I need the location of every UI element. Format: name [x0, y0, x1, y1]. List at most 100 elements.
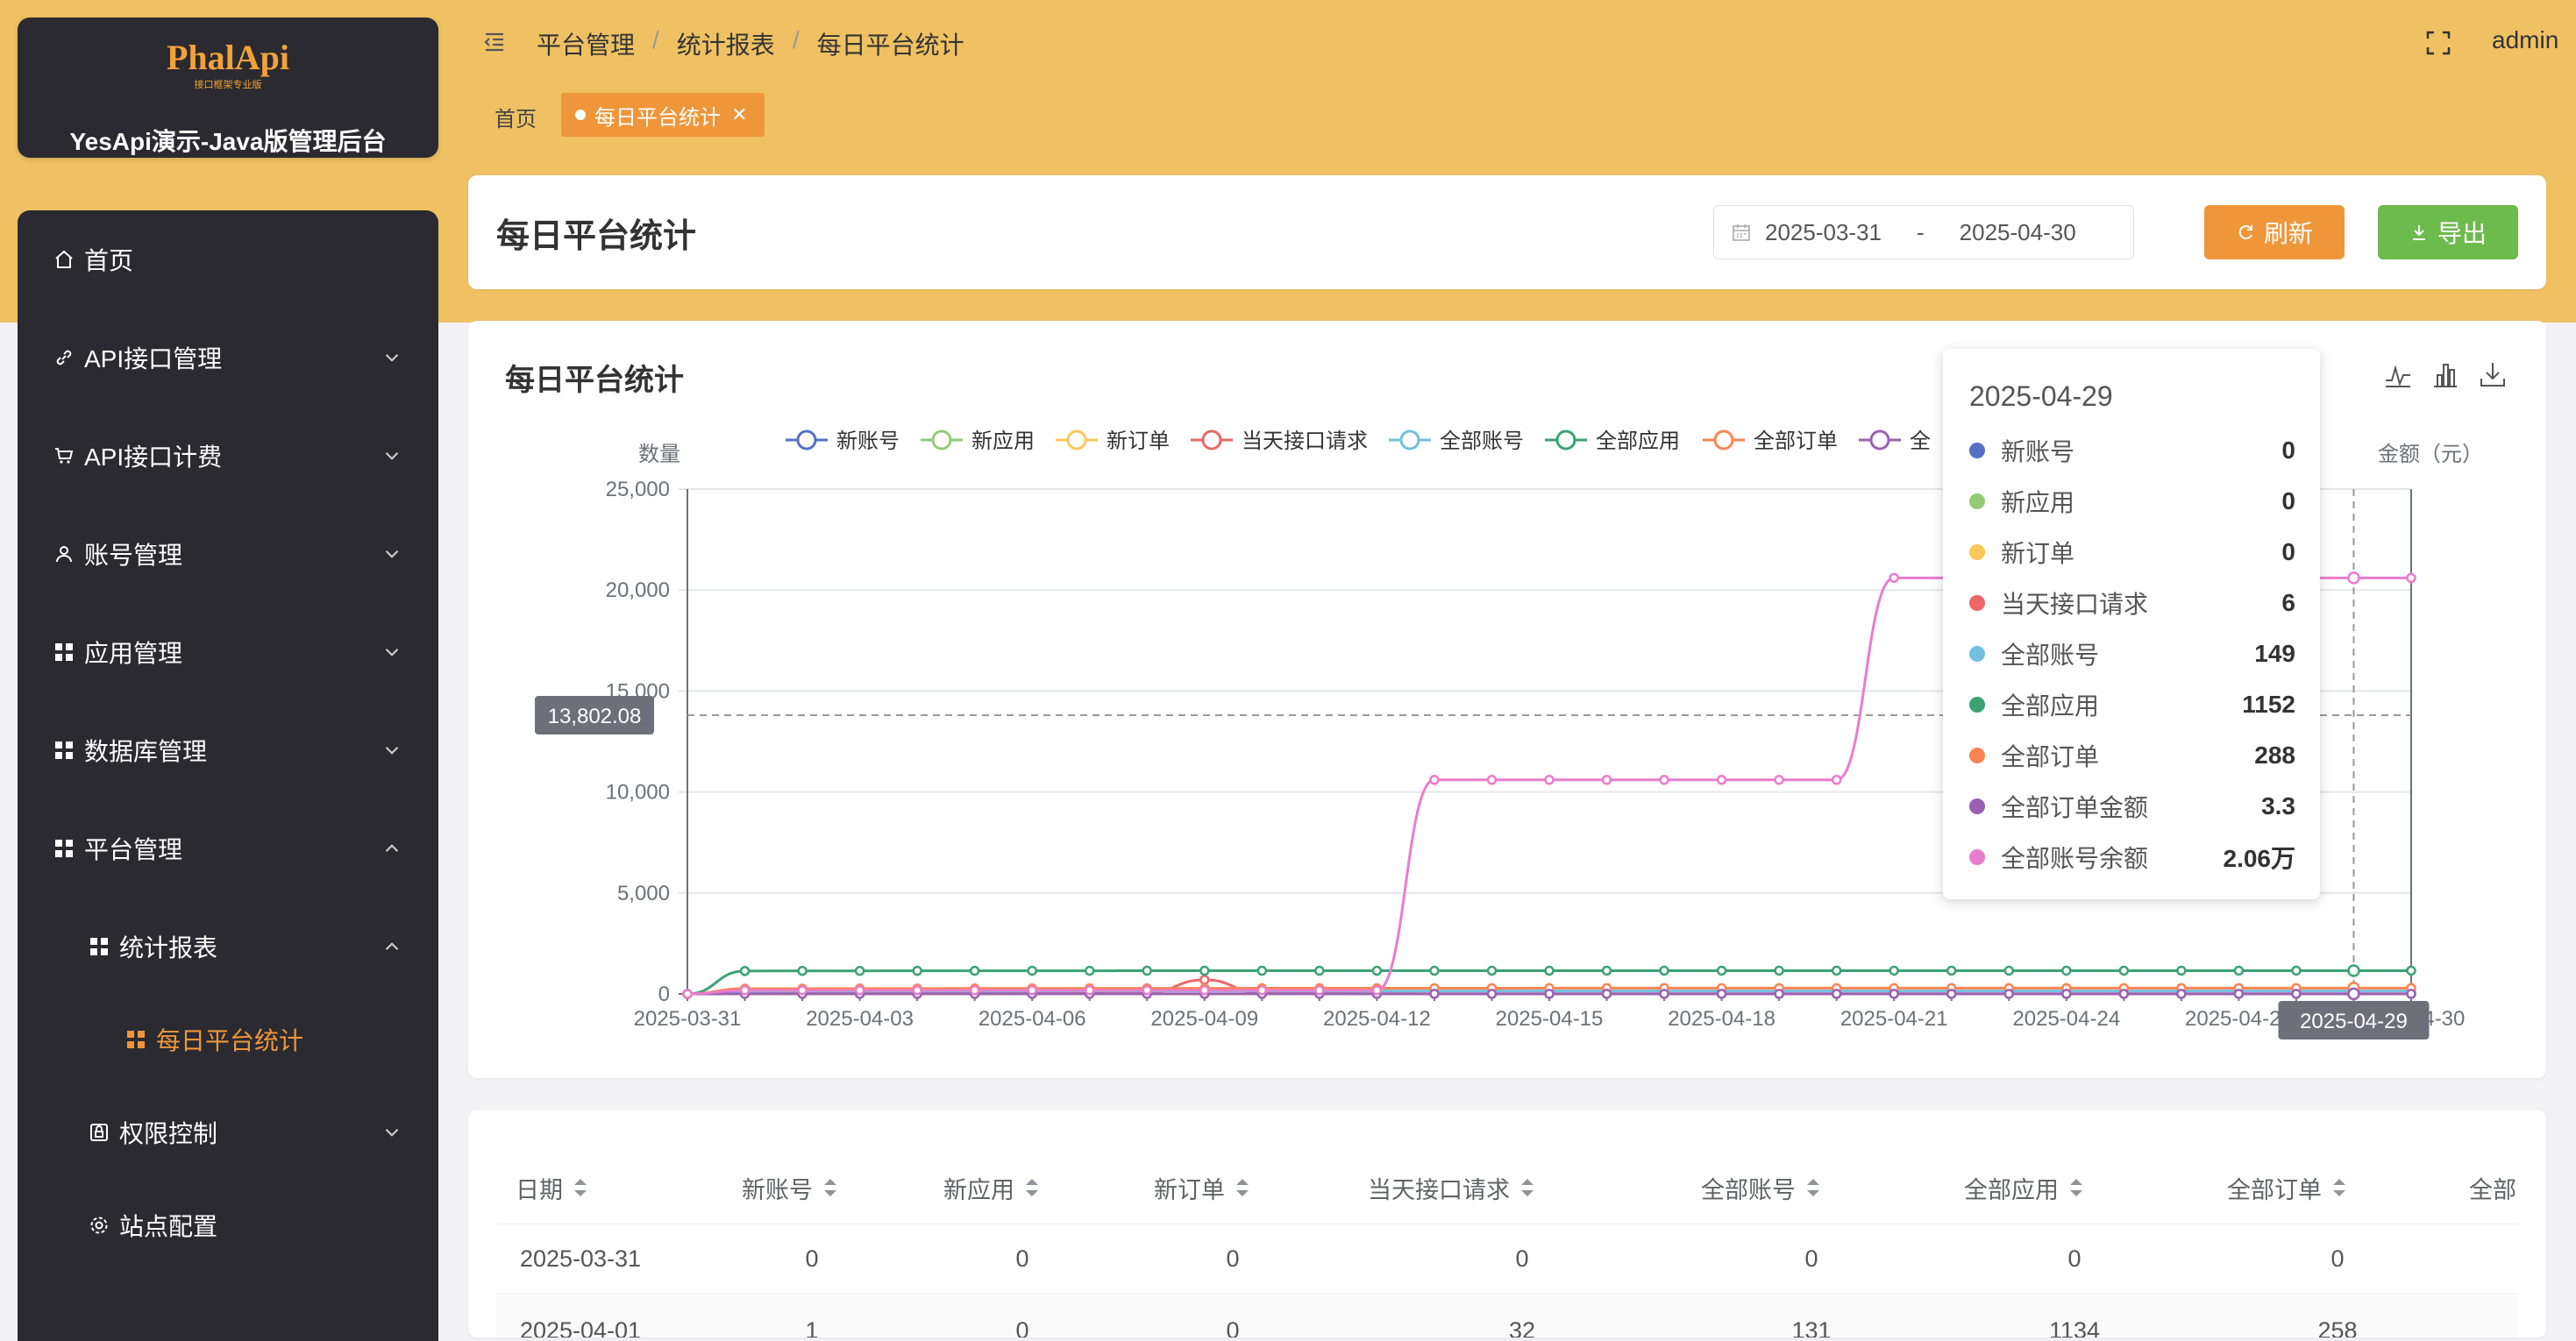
y-axis-title: 数量	[638, 443, 680, 466]
y-tick-label: 5,000	[617, 882, 670, 905]
tooltip-series-name: 当天接口请求	[2001, 585, 2148, 621]
sidebar-item-site[interactable]: 站点配置	[18, 1199, 438, 1252]
sort-icon[interactable]	[1519, 1176, 1536, 1199]
data-point	[2177, 990, 2185, 997]
data-point	[1890, 967, 1898, 975]
table-row[interactable]: 2025-03-310000000	[496, 1224, 2518, 1295]
column-header[interactable]: 新应用	[943, 1152, 1041, 1224]
data-point	[1315, 967, 1323, 975]
legend-label: 新应用	[971, 429, 1035, 453]
sort-icon[interactable]	[1804, 1176, 1822, 1199]
data-point	[684, 990, 692, 998]
data-point	[2177, 967, 2185, 975]
sidebar-item-permission[interactable]: 权限控制	[18, 1106, 438, 1159]
x-tick-label: 2025-04-03	[806, 1007, 914, 1031]
data-point	[2062, 990, 2070, 997]
column-header[interactable]: 全部账号	[1701, 1152, 1822, 1224]
sort-icon[interactable]	[1023, 1176, 1041, 1199]
data-point	[1373, 967, 1381, 975]
column-header[interactable]: 当天接口请求	[1368, 1152, 1536, 1224]
sidebar-item-label: 站点配置	[119, 1208, 217, 1243]
data-point	[2408, 990, 2416, 997]
x-tick-label: 2025-04-21	[1840, 1007, 1948, 1031]
legend-item[interactable]: 新应用	[921, 429, 1035, 453]
tooltip-series-value: 0	[2281, 538, 2295, 566]
column-header[interactable]: 新账号	[742, 1152, 839, 1224]
data-point	[2005, 990, 2013, 997]
data-point	[1373, 986, 1381, 994]
legend-item[interactable]: 全	[1859, 429, 1931, 453]
legend-item[interactable]: 当天接口请求	[1191, 429, 1368, 453]
legend-label: 全部账号	[1440, 429, 1524, 453]
sort-icon[interactable]	[2330, 1176, 2348, 1199]
legend-item[interactable]: 新账号	[786, 429, 900, 453]
y-tick-label: 0	[658, 983, 670, 1006]
series-color-dot	[1969, 493, 1985, 509]
column-header-label: 新订单	[1154, 1171, 1225, 1205]
legend-marker	[1401, 431, 1419, 449]
legend-item[interactable]: 新订单	[1056, 429, 1170, 453]
tooltip-series-name: 全部订单金额	[2001, 789, 2148, 824]
tooltip-row: 全部订单288	[1969, 738, 2295, 773]
legend-marker	[1715, 431, 1733, 449]
data-point	[1832, 967, 1840, 975]
series-color-dot	[1969, 646, 1985, 662]
legend-marker	[933, 431, 950, 449]
table-row[interactable]: 2025-04-01100321311134258	[496, 1295, 2518, 1337]
data-point	[1718, 990, 1726, 997]
column-header[interactable]: 全部订单	[2227, 1152, 2348, 1224]
column-header[interactable]: 全部	[2469, 1152, 2516, 1224]
data-point	[1143, 967, 1151, 975]
sort-icon[interactable]	[822, 1176, 839, 1199]
data-point	[1085, 986, 1093, 994]
data-point	[1718, 776, 1726, 784]
legend-label: 全部订单	[1754, 429, 1838, 453]
sidebar-item-label: 权限控制	[119, 1115, 217, 1150]
data-point	[1603, 967, 1611, 975]
series-color-dot	[1969, 443, 1985, 458]
data-point	[1603, 990, 1611, 997]
data-point	[741, 986, 749, 994]
data-point	[2408, 967, 2416, 975]
data-point	[856, 967, 864, 975]
column-header[interactable]: 新订单	[1154, 1152, 1251, 1224]
x-tick-label: 2025-03-31	[634, 1007, 742, 1031]
data-point	[1661, 776, 1669, 784]
data-table-card: 日期 新账号 新应用 新订单 当天接口请求 全部账号 全部应用 全部订单 全部 2025-03-…	[468, 1110, 2546, 1337]
data-point	[1890, 574, 1898, 582]
column-header-label: 全部	[2469, 1171, 2516, 1205]
data-point	[1200, 986, 1208, 994]
tooltip-row: 全部账号149	[1969, 636, 2295, 671]
data-point	[799, 967, 807, 975]
sort-icon[interactable]	[2067, 1176, 2085, 1199]
tooltip-series-value: 0	[2281, 436, 2295, 465]
table-cell: 32	[1452, 1295, 1592, 1337]
legend-item[interactable]: 全部账号	[1389, 429, 1524, 453]
tooltip-row: 新订单0	[1969, 535, 2295, 570]
data-point	[856, 986, 864, 994]
data-point	[1832, 990, 1840, 997]
legend-marker	[1871, 431, 1889, 449]
data-point	[2120, 967, 2128, 975]
legend-label: 新账号	[836, 429, 900, 453]
x-tick-label: 2025-04-09	[1150, 1007, 1258, 1031]
column-header[interactable]: 日期	[516, 1152, 589, 1224]
data-point	[1661, 990, 1669, 997]
data-point	[1775, 967, 1783, 975]
table-cell: 2025-04-01	[510, 1295, 651, 1337]
column-header-label: 全部应用	[1964, 1171, 2059, 1205]
x-tick-label: 2025-04-27	[2185, 1007, 2293, 1031]
sort-icon[interactable]	[1234, 1176, 1251, 1199]
column-header[interactable]: 全部应用	[1964, 1152, 2085, 1224]
legend-item[interactable]: 全部订单	[1703, 429, 1838, 453]
tooltip-row: 全部订单金额 3.3	[1969, 789, 2295, 824]
sort-icon[interactable]	[572, 1176, 589, 1199]
legend-item[interactable]: 全部应用	[1545, 429, 1680, 453]
data-point	[1085, 967, 1093, 975]
y-tick-label: 20,000	[606, 578, 670, 602]
tooltip-series-value: 3.3	[2261, 792, 2295, 820]
x-tick-label: 2025-04-12	[1323, 1007, 1431, 1031]
data-point	[1718, 967, 1726, 975]
data-point	[1775, 776, 1783, 784]
chart-tooltip: 2025-04-29 新账号0新应用0新订单0当天接口请求6全部账号149全部应…	[1943, 349, 2320, 899]
